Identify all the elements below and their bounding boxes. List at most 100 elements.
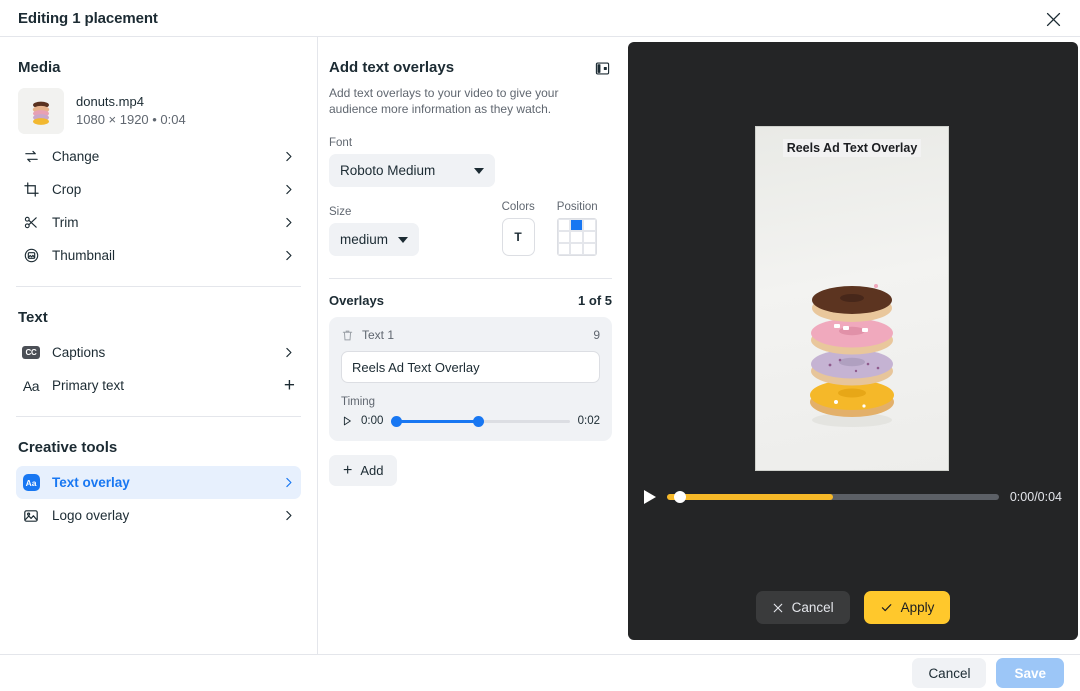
overlays-header: Overlays 1 of 5 — [329, 293, 612, 308]
dialog-footer: Cancel Save — [0, 654, 1080, 691]
sidebar-item-crop[interactable]: Crop — [16, 173, 301, 206]
panel-layout-icon[interactable] — [593, 59, 612, 78]
plus-icon: + — [343, 461, 353, 479]
video-scrubber[interactable] — [667, 491, 999, 503]
sidebar-item-text-overlay[interactable]: Aa Text overlay — [16, 466, 301, 499]
text-color-glyph: T — [514, 230, 522, 244]
sidebar-item-trim[interactable]: Trim — [16, 206, 301, 239]
sidebar-item-label: Trim — [52, 215, 79, 230]
preview-apply-button[interactable]: Apply — [863, 591, 951, 624]
preview-cancel-button[interactable]: Cancel — [755, 591, 850, 624]
add-overlay-button[interactable]: + Add — [329, 455, 398, 486]
media-meta: donuts.mp4 1080 × 1920 • 0:04 — [76, 93, 186, 129]
timing-start: 0:00 — [361, 415, 384, 427]
position-label: Position — [556, 201, 598, 213]
timing-end: 0:02 — [577, 415, 600, 427]
position-cell-4[interactable] — [570, 231, 584, 243]
timing-thumb-start[interactable] — [391, 415, 403, 427]
play-outline-icon[interactable] — [341, 415, 353, 427]
position-cell-8[interactable] — [583, 243, 596, 255]
position-grid[interactable] — [556, 218, 597, 256]
video-controls: 0:00/0:04 — [628, 482, 1078, 512]
panel-description: Add text overlays to your video to give … — [329, 86, 559, 116]
overlays-label: Overlays — [329, 293, 384, 308]
timing-row: 0:00 0:02 — [341, 414, 600, 428]
sidebar-item-logo-overlay[interactable]: Logo overlay — [16, 499, 301, 532]
page-title: Editing 1 placement — [18, 9, 158, 27]
chevron-right-icon — [282, 346, 295, 359]
preview-apply-label: Apply — [900, 600, 935, 615]
chevron-right-icon — [282, 183, 295, 196]
font-select[interactable]: Roboto Medium — [329, 154, 495, 187]
donut-stack-image — [810, 284, 894, 427]
footer-cancel-button[interactable]: Cancel — [912, 658, 987, 688]
size-label: Size — [329, 206, 352, 218]
close-icon — [1046, 12, 1060, 26]
position-cell-6[interactable] — [557, 243, 571, 255]
aa-badge-icon: Aa — [20, 474, 42, 491]
text-color-button[interactable]: T — [501, 218, 535, 256]
overlay-item-card: Text 1 9 Timing 0:00 0:02 — [329, 317, 612, 441]
chevron-right-icon — [282, 150, 295, 163]
position-cell-5[interactable] — [583, 231, 596, 243]
sidebar-item-captions[interactable]: CC Captions — [16, 336, 301, 369]
overlay-text-input[interactable] — [341, 351, 600, 383]
sidebar-divider — [16, 286, 301, 287]
position-field: Position — [556, 201, 612, 256]
timing-thumb-end[interactable] — [473, 415, 485, 427]
cc-icon: CC — [20, 346, 42, 359]
thumbnail-icon — [20, 248, 42, 263]
plus-icon[interactable]: + — [284, 376, 295, 395]
close-button[interactable] — [1038, 4, 1068, 34]
sidebar-item-primary-text[interactable]: Aa Primary text + — [16, 369, 301, 402]
sidebar-item-thumbnail[interactable]: Thumbnail — [16, 239, 301, 272]
size-select[interactable]: medium — [329, 223, 419, 256]
video-scrubber-thumb[interactable] — [673, 491, 686, 503]
position-cell-7[interactable] — [570, 243, 584, 255]
overlay-name: Text 1 — [362, 328, 395, 342]
position-cell-3[interactable] — [557, 231, 571, 243]
overlay-char-count: 9 — [593, 328, 600, 342]
aa-icon: Aa — [22, 377, 40, 394]
donut-stack-thumb-icon — [18, 88, 64, 134]
timing-label: Timing — [341, 396, 376, 408]
font-select-value: Roboto Medium — [340, 163, 436, 178]
sidebar-section-media: Media — [18, 59, 61, 76]
timing-range-slider[interactable] — [391, 414, 570, 428]
video-scrubber-fill — [667, 494, 833, 500]
dialog-header: Editing 1 placement — [0, 0, 1080, 37]
position-cell-0[interactable] — [557, 219, 571, 231]
video-canvas[interactable]: Reels Ad Text Overlay — [755, 126, 949, 471]
media-file-row[interactable]: donuts.mp4 1080 × 1920 • 0:04 — [16, 86, 301, 140]
position-cell-2[interactable] — [583, 219, 596, 231]
sidebar-item-change[interactable]: Change — [16, 140, 301, 173]
swap-arrows-icon — [20, 149, 42, 164]
sidebar-divider — [16, 416, 301, 417]
video-timecode: 0:00/0:04 — [1009, 490, 1062, 504]
footer-save-button[interactable]: Save — [996, 658, 1064, 688]
play-icon[interactable] — [644, 490, 656, 504]
sidebar-section-creative-tools: Creative tools — [18, 439, 118, 456]
crop-icon — [20, 182, 42, 197]
trash-icon[interactable] — [341, 329, 354, 342]
overlay-text-preview-label: Reels Ad Text Overlay — [782, 139, 922, 157]
chevron-right-icon — [282, 509, 295, 522]
sidebar: Media donuts.mp4 1080 × 1920 • 0:04 Chan… — [0, 37, 318, 654]
media-thumbnail — [18, 88, 64, 134]
size-select-value: medium — [340, 232, 389, 247]
sidebar-item-label: Logo overlay — [52, 508, 130, 523]
sidebar-item-label: Crop — [52, 182, 82, 197]
panel-header: Add text overlays — [329, 59, 612, 78]
position-cell-1[interactable] — [570, 219, 584, 231]
media-filename: donuts.mp4 — [76, 94, 144, 109]
sidebar-item-label: Thumbnail — [52, 248, 116, 263]
sidebar-item-label: Primary text — [52, 378, 125, 393]
video-preview-pane: Reels Ad Text Overlay 0:00/0:04 Cancel A… — [628, 42, 1078, 640]
timing-fill — [394, 419, 477, 423]
x-icon — [773, 603, 782, 612]
overlays-count: 1 of 5 — [578, 293, 612, 308]
overlay-text-preview: Reels Ad Text Overlay — [756, 139, 948, 157]
sidebar-item-label: Change — [52, 149, 100, 164]
chevron-right-icon — [282, 476, 295, 489]
text-overlay-panel: Add text overlays Add text overlays to y… — [318, 37, 628, 654]
